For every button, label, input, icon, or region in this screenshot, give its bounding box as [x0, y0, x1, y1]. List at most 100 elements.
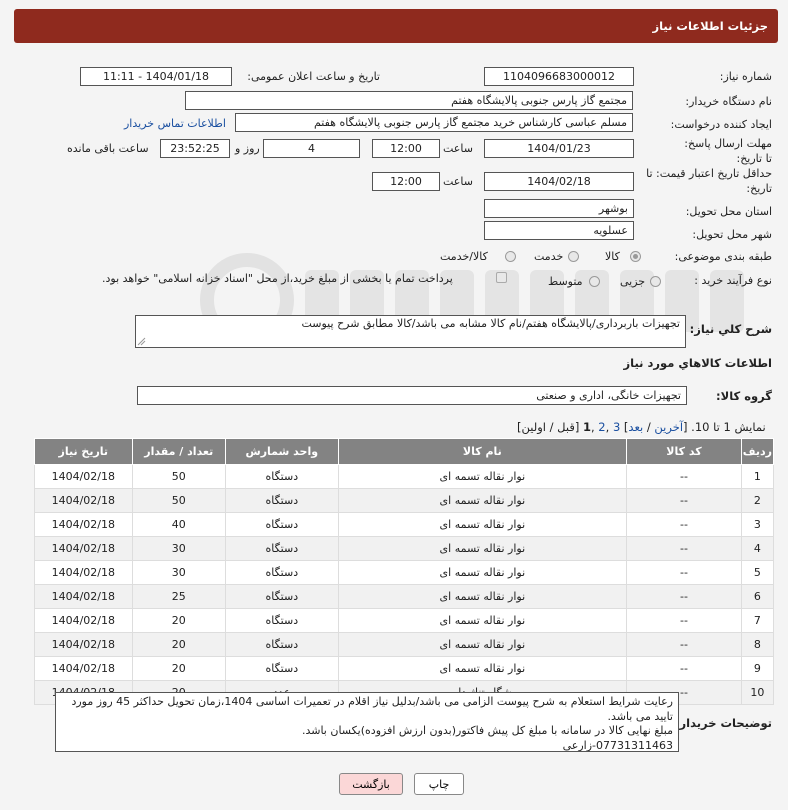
creator-field: مسلم عباسی کارشناس خرید مجتمع گاز پارس ج… — [235, 113, 633, 132]
category-option-goods: کالا — [605, 250, 620, 263]
cell-code: -- — [626, 608, 742, 633]
cell-unit: دستگاه — [225, 512, 339, 537]
pagination-suffix: [قبل / اولین] — [517, 420, 583, 434]
price-date-field: 1404/02/18 — [484, 172, 634, 191]
cell-row-no: 3 — [740, 512, 775, 537]
table-row: 1 -- نوار نقاله تسمه ای دستگاه 50 1404/02/18 — [34, 464, 775, 489]
buyer-notes-field: رعایت شرایط استعلام به شرح پیوست الزامی … — [55, 692, 679, 752]
days-label: روز و — [235, 142, 260, 155]
need-number-field: 1104096683000012 — [484, 67, 634, 86]
category-label: طبقه بندی موضوعی: — [674, 250, 772, 263]
process-radio-small[interactable] — [650, 276, 661, 287]
table-row: 7 -- نوار نقاله تسمه ای دستگاه 20 1404/02/18 — [34, 608, 775, 633]
cell-row-no: 8 — [740, 632, 775, 657]
general-desc-field: تجهیزات باربرداری/پالایشگاه هفتم/نام کال… — [135, 315, 686, 348]
process-label: نوع فرآیند خرید : — [694, 274, 772, 287]
city-field: عسلویه — [484, 221, 634, 240]
cell-name: نوار نقاله تسمه ای — [337, 560, 628, 585]
cell-code: -- — [626, 488, 742, 513]
category-radio-service[interactable] — [568, 251, 579, 262]
table-header-row: ردیف کد کالا نام کالا واحد شمارش تعداد /… — [34, 438, 775, 465]
remaining-time-field: 23:52:25 — [160, 139, 230, 158]
reply-deadline-label: مهلت ارسال پاسخ: تا تاریخ: — [684, 137, 772, 165]
process-radio-medium[interactable] — [589, 276, 600, 287]
table-row: 6 -- نوار نقاله تسمه ای دستگاه 25 1404/02/18 — [34, 584, 775, 609]
col-header-code: کد کالا — [626, 438, 742, 465]
days-field: 4 — [263, 139, 360, 158]
remaining-label: ساعت باقی مانده — [67, 142, 149, 155]
category-radio-goods[interactable] — [630, 251, 641, 262]
cell-name: نوار نقاله تسمه ای — [337, 488, 628, 513]
cell-unit: دستگاه — [225, 488, 339, 513]
cell-name: نوار نقاله تسمه ای — [337, 584, 628, 609]
table-row: 2 -- نوار نقاله تسمه ای دستگاه 50 1404/02/18 — [34, 488, 775, 513]
cell-unit: دستگاه — [225, 632, 339, 657]
pagination-sep: / — [643, 420, 655, 434]
cell-date: 1404/02/18 — [34, 536, 133, 561]
cell-name: نوار نقاله تسمه ای — [337, 656, 628, 681]
buyer-contact-link[interactable]: اطلاعات تماس خریدار — [124, 117, 226, 130]
cell-name: نوار نقاله تسمه ای — [337, 512, 628, 537]
reply-time-label: ساعت — [443, 142, 473, 155]
cell-name: نوار نقاله تسمه ای — [337, 536, 628, 561]
cell-unit: دستگاه — [225, 560, 339, 585]
announce-field: 1404/01/18 - 11:11 — [80, 67, 232, 86]
cell-row-no: 10 — [740, 680, 775, 705]
col-header-date: تاریخ نیاز — [34, 438, 133, 465]
cell-unit: دستگاه — [225, 464, 339, 489]
cell-code: -- — [626, 464, 742, 489]
resize-handle-icon[interactable] — [137, 337, 146, 346]
general-desc-label: شرح کلي نياز: — [689, 322, 772, 336]
goods-group-field: تجهیزات خانگی، اداری و صنعتی — [137, 386, 687, 405]
pagination-page-2[interactable]: 2 — [598, 420, 605, 434]
cell-row-no: 5 — [740, 560, 775, 585]
cell-qty: 40 — [131, 512, 227, 537]
back-button[interactable]: بازگشت — [339, 773, 403, 795]
cell-code: -- — [626, 512, 742, 537]
cell-code: -- — [626, 656, 742, 681]
cell-unit: دستگاه — [225, 584, 339, 609]
print-button[interactable]: چاپ — [414, 773, 464, 795]
page-header: جزئیات اطلاعات نیاز — [14, 9, 778, 43]
process-option-medium: متوسط — [548, 275, 583, 288]
treasury-payment-checkbox[interactable] — [496, 272, 507, 283]
cell-code: -- — [626, 536, 742, 561]
cell-qty: 50 — [131, 464, 227, 489]
cell-row-no: 7 — [740, 608, 775, 633]
table-row: 5 -- نوار نقاله تسمه ای دستگاه 30 1404/02/18 — [34, 560, 775, 585]
items-table: ردیف کد کالا نام کالا واحد شمارش تعداد /… — [34, 438, 775, 705]
city-label: شهر محل تحویل: — [692, 228, 772, 241]
cell-row-no: 1 — [740, 464, 775, 489]
pagination-prefix: نمایش 1 تا 10. [ — [683, 420, 766, 434]
category-radio-goods-service[interactable] — [505, 251, 516, 262]
pagination-comma: , — [605, 420, 613, 434]
province-label: استان محل تحویل: — [685, 205, 772, 218]
cell-qty: 20 — [131, 608, 227, 633]
cell-code: -- — [626, 632, 742, 657]
cell-date: 1404/02/18 — [34, 464, 133, 489]
cell-unit: دستگاه — [225, 536, 339, 561]
pagination-last-link[interactable]: آخرین — [654, 420, 683, 434]
announce-label: تاریخ و ساعت اعلان عمومی: — [247, 70, 380, 83]
cell-date: 1404/02/18 — [34, 608, 133, 633]
cell-code: -- — [626, 584, 742, 609]
cell-date: 1404/02/18 — [34, 584, 133, 609]
category-option-service: خدمت — [534, 250, 564, 263]
pagination-next-link[interactable]: بعد — [628, 420, 643, 434]
cell-date: 1404/02/18 — [34, 560, 133, 585]
cell-qty: 30 — [131, 536, 227, 561]
cell-unit: دستگاه — [225, 608, 339, 633]
cell-qty: 20 — [131, 632, 227, 657]
goods-group-label: گروه کالا: — [716, 389, 772, 403]
col-header-row-no: ردیف — [740, 438, 775, 465]
price-validity-label: حداقل تاریخ اعتبار قیمت: تا تاریخ: — [646, 167, 772, 195]
cell-row-no: 6 — [740, 584, 775, 609]
cell-name: نوار نقاله تسمه ای — [337, 608, 628, 633]
cell-row-no: 2 — [740, 488, 775, 513]
cell-date: 1404/02/18 — [34, 656, 133, 681]
price-time-label: ساعت — [443, 175, 473, 188]
price-time-field: 12:00 — [372, 172, 440, 191]
reply-time-field: 12:00 — [372, 139, 440, 158]
buyer-org-label: نام دستگاه خریدار: — [685, 95, 772, 108]
col-header-name: نام کالا — [337, 438, 628, 465]
